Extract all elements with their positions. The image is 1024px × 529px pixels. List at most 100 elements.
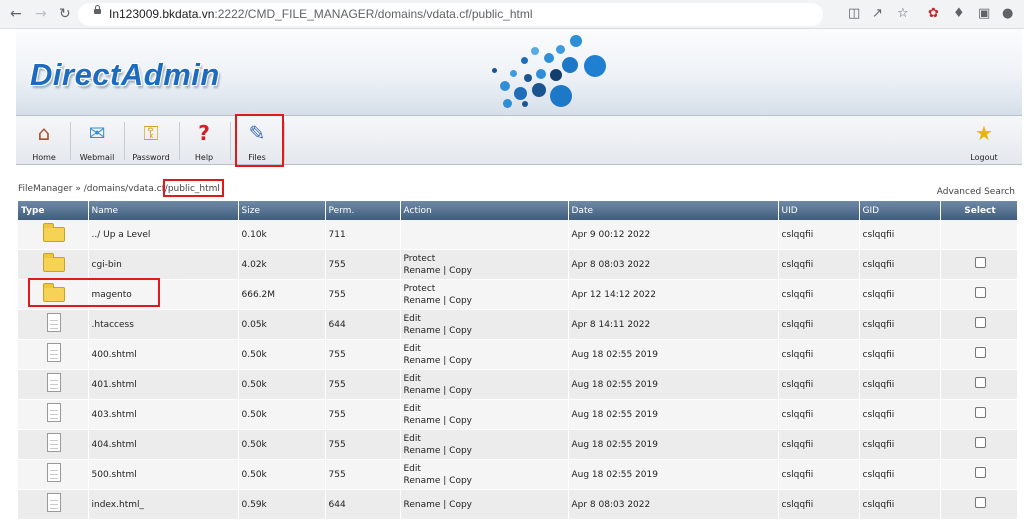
magento-highlight [28,278,160,307]
action-cell: Edit Rename | Copy [400,309,569,340]
name-cell[interactable]: ../ Up a Level [88,220,239,250]
rename-copy-links[interactable]: Rename | Copy [404,415,568,427]
house-icon: ⌂ [37,121,51,145]
action-cell: Protect Rename | Copy [400,279,569,310]
name-cell[interactable]: 400.shtml [88,339,239,370]
name-cell[interactable]: 403.shtml [88,399,239,430]
file-icon[interactable] [47,313,62,332]
action-cell: Edit Rename | Copy [400,339,569,370]
name-cell[interactable]: index.html_ [88,489,239,520]
size-cell: 0.50k [238,459,326,490]
url-text: In123009.bkdata.vn:2222/CMD_FILE_MANAGER… [109,7,533,21]
folder-icon[interactable] [43,253,66,272]
action-link[interactable]: Edit [404,313,568,325]
translate-icon[interactable]: ◫ [848,6,860,22]
rename-copy-links[interactable]: Rename | Copy [404,499,568,511]
perm-cell[interactable]: 755 [325,399,401,430]
puzzle-icon[interactable]: ♦ [953,6,965,22]
rename-copy-links[interactable]: Rename | Copy [404,475,568,487]
select-checkbox[interactable] [974,407,986,418]
date-cell: Apr 12 14:12 2022 [568,279,779,310]
extension-icon[interactable]: ✿ [928,6,939,22]
bookmark-star-icon[interactable]: ☆ [897,6,909,22]
folder-icon[interactable] [43,223,66,242]
select-checkbox[interactable] [974,287,986,298]
rename-copy-links[interactable]: Rename | Copy [404,265,568,277]
select-checkbox[interactable] [974,497,986,508]
name-cell[interactable]: .htaccess [88,309,239,340]
file-icon[interactable] [47,373,62,392]
share-icon[interactable]: ↗ [872,6,883,22]
action-link[interactable]: Edit [404,433,568,445]
rename-copy-links[interactable]: Rename | Copy [404,295,568,307]
select-checkbox[interactable] [974,467,986,478]
perm-cell[interactable]: 644 [325,489,401,520]
col-date[interactable]: Date [568,201,779,220]
file-icon[interactable] [47,343,62,362]
perm-cell[interactable]: 755 [325,279,401,310]
breadcrumb-highlight [163,179,224,197]
action-link[interactable]: Edit [404,343,568,355]
col-uid[interactable]: UID [778,201,860,220]
file-icon[interactable] [47,403,62,422]
uid-cell: cslqqfii [778,459,860,490]
sidepanel-icon[interactable]: ▣ [978,6,990,22]
select-checkbox[interactable] [974,437,986,448]
perm-cell[interactable]: 755 [325,339,401,370]
select-cell [940,369,1018,400]
col-size[interactable]: Size [238,201,326,220]
select-checkbox[interactable] [974,347,986,358]
reload-icon[interactable]: ↻ [59,6,71,22]
action-link[interactable]: Edit [404,403,568,415]
perm-cell[interactable]: 755 [325,249,401,280]
rename-copy-links[interactable]: Rename | Copy [404,445,568,457]
action-link[interactable]: Edit [404,373,568,385]
forward-icon[interactable]: → [35,6,47,22]
select-checkbox[interactable] [974,317,986,328]
select-checkbox[interactable] [974,257,986,268]
action-link[interactable]: Protect [404,253,568,265]
gid-cell: cslqqfii [859,459,941,490]
gid-cell: cslqqfii [859,279,941,310]
help-button[interactable]: ? Help [186,116,222,164]
gid-cell: cslqqfii [859,429,941,460]
action-link[interactable]: Edit [404,463,568,475]
rename-copy-links[interactable]: Rename | Copy [404,385,568,397]
date-cell: Apr 9 00:12 2022 [568,220,779,250]
action-link[interactable]: Protect [404,283,568,295]
advanced-search-link[interactable]: Advanced Search [937,187,1015,197]
col-name[interactable]: Name [88,201,239,220]
col-type[interactable]: Type [18,201,89,220]
webmail-button[interactable]: ✉ Webmail [78,116,116,164]
select-checkbox[interactable] [974,377,986,388]
back-icon[interactable]: ← [10,6,22,22]
uid-cell: cslqqfii [778,279,860,310]
table-row: 403.shtml 0.50k 755 Edit Rename | Copy Aug 18… [18,399,1018,430]
gid-cell: cslqqfii [859,489,941,520]
perm-cell[interactable]: 711 [325,220,401,250]
perm-cell[interactable]: 755 [325,369,401,400]
name-cell[interactable]: 401.shtml [88,369,239,400]
home-button[interactable]: ⌂ Home [26,116,62,164]
toolbar-divider [284,122,285,160]
rename-copy-links[interactable]: Rename | Copy [404,355,568,367]
file-icon[interactable] [47,493,62,512]
profile-icon[interactable]: ● [1002,6,1013,22]
name-cell[interactable]: 404.shtml [88,429,239,460]
gid-cell: cslqqfii [859,249,941,280]
col-gid[interactable]: GID [859,201,941,220]
file-icon[interactable] [47,463,62,482]
col-perm[interactable]: Perm. [325,201,401,220]
name-cell[interactable]: cgi-bin [88,249,239,280]
uid-cell: cslqqfii [778,369,860,400]
logout-button[interactable]: ★ Logout [966,116,1002,164]
file-icon[interactable] [47,433,62,452]
perm-cell[interactable]: 755 [325,459,401,490]
password-button[interactable]: ⚿ Password [131,116,171,164]
rename-copy-links[interactable]: Rename | Copy [404,325,568,337]
address-bar[interactable]: In123009.bkdata.vn:2222/CMD_FILE_MANAGER… [78,3,823,26]
perm-cell[interactable]: 644 [325,309,401,340]
directadmin-logo[interactable]: DirectAdmin [30,57,220,93]
perm-cell[interactable]: 755 [325,429,401,460]
name-cell[interactable]: 500.shtml [88,459,239,490]
